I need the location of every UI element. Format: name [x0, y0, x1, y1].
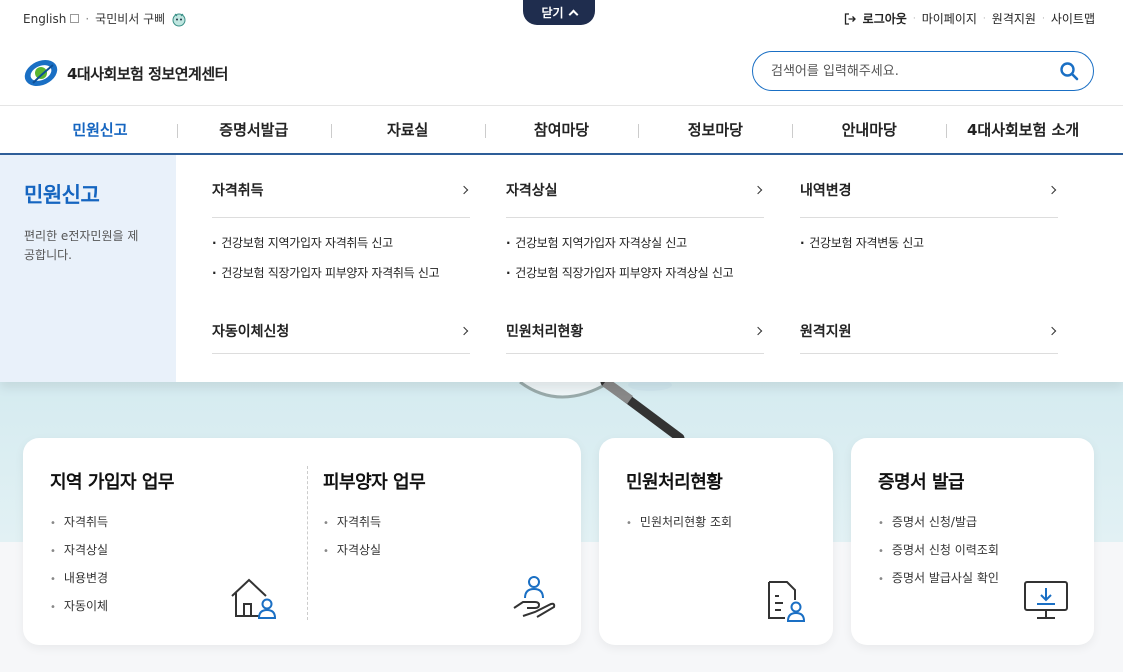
submenu-item[interactable]: 건강보험 직장가입자 피부양자 자격상실 신고 [506, 261, 764, 291]
card-link[interactable]: 자격상실 [50, 536, 174, 564]
submenu-item[interactable]: 건강보험 직장가입자 피부양자 자격취득 신고 [212, 261, 470, 291]
logout-link[interactable]: 로그아웃 [863, 10, 907, 27]
menu-column-change: 내역변경 건강보험 자격변동 신고 원격지원 [800, 155, 1058, 354]
utility-bar: English · 국민비서 구삐 닫기 로그아웃 · 마이페이지 · 원격지원… [0, 0, 1123, 36]
chevron-right-icon [753, 326, 763, 335]
card-list: 증명서 신청/발급 증명서 신청 이력조회 증명서 발급사실 확인 [878, 508, 999, 592]
menu-head-label: 자격상실 [506, 183, 558, 199]
card-certificate: 증명서 발급 증명서 신청/발급 증명서 신청 이력조회 증명서 발급사실 확인 [851, 438, 1094, 645]
nav-item-information[interactable]: 정보마당 [638, 106, 792, 153]
card-link[interactable]: 증명서 발급사실 확인 [878, 564, 999, 592]
search-icon[interactable] [1059, 61, 1079, 81]
mega-menu-title: 민원신고 [24, 183, 100, 207]
menu-head-label: 자격취득 [212, 183, 264, 199]
utility-right: 로그아웃 · 마이페이지 · 원격지원 · 사이트맵 [844, 10, 1095, 27]
regional-section: 지역 가입자 업무 자격취득 자격상실 내용변경 자동이체 [50, 468, 174, 620]
submenu-list: 건강보험 지역가입자 자격상실 신고 건강보험 직장가입자 피부양자 자격상실 … [506, 218, 764, 308]
menu-head-label: 원격지원 [800, 323, 852, 340]
card-link[interactable]: 자격취득 [323, 508, 425, 536]
sitemap-link[interactable]: 사이트맵 [1051, 10, 1095, 27]
card-list: 자격취득 자격상실 [323, 508, 425, 564]
card-title[interactable]: 증명서 발급 [878, 468, 999, 494]
card-link[interactable]: 자동이체 [50, 592, 174, 620]
chevron-right-icon [753, 185, 763, 195]
mascot-icon [172, 13, 186, 26]
utility-left: English · 국민비서 구삐 [23, 10, 187, 27]
menu-head-processing-status[interactable]: 민원처리현황 [506, 308, 764, 354]
card-link[interactable]: 자격취득 [50, 508, 174, 536]
certificate-section: 증명서 발급 증명서 신청/발급 증명서 신청 이력조회 증명서 발급사실 확인 [878, 468, 999, 592]
card-subscriber-tasks: 지역 가입자 업무 자격취득 자격상실 내용변경 자동이체 피부양자 업무 자격… [23, 438, 581, 645]
card-divider [307, 466, 308, 620]
submenu-item[interactable]: 건강보험 지역가입자 자격취득 신고 [212, 231, 470, 261]
card-link[interactable]: 민원처리현황 조회 [626, 508, 732, 536]
separator: · [1041, 13, 1045, 24]
chevron-up-icon [568, 9, 578, 20]
nav-item-civil-report[interactable]: 민원신고 [23, 106, 177, 153]
separator: · [982, 13, 986, 24]
house-person-icon [231, 578, 277, 619]
nav-item-guide[interactable]: 안내마당 [792, 106, 946, 153]
nav-item-participation[interactable]: 참여마당 [484, 106, 639, 153]
submenu-list: 건강보험 지역가입자 자격취득 신고 건강보험 직장가입자 피부양자 자격취득 … [212, 218, 470, 308]
logo-emblem-icon [24, 59, 58, 87]
submenu-list: 건강보험 자격변동 신고 [800, 218, 1058, 308]
menu-head-label: 자동이체신청 [212, 323, 290, 340]
card-title[interactable]: 피부양자 업무 [323, 468, 426, 494]
separator: · [85, 11, 90, 26]
logout-icon [844, 12, 856, 25]
external-link-icon [70, 14, 80, 23]
mega-menu-description: 편리한 e전자민원을 제공합니다. [24, 229, 139, 262]
hand-person-icon [513, 576, 556, 618]
menu-column-loss: 자격상실 건강보험 지역가입자 자격상실 신고 건강보험 직장가입자 피부양자 … [506, 155, 764, 354]
chevron-right-icon [459, 326, 469, 335]
card-link[interactable]: 증명서 신청/발급 [878, 508, 999, 536]
card-link[interactable]: 자격상실 [323, 536, 425, 564]
card-list: 민원처리현황 조회 [626, 508, 732, 536]
english-link[interactable]: English [23, 12, 66, 26]
monitor-download-icon [1024, 581, 1068, 619]
nav-item-about[interactable]: 4대사회보험 소개 [946, 106, 1100, 153]
chevron-right-icon [1047, 326, 1057, 335]
status-section: 민원처리현황 민원처리현황 조회 [626, 468, 732, 536]
separator: · [912, 13, 916, 24]
logo-text: 4대사회보험 정보연계센터 [67, 64, 228, 83]
menu-head-acquire[interactable]: 자격취득 [212, 155, 470, 218]
mega-menu-sidebar: 민원신고 편리한 e전자민원을 제공합니다. [0, 155, 176, 382]
search-input[interactable] [771, 63, 1059, 79]
menu-head-auto-transfer[interactable]: 자동이체신청 [212, 308, 470, 354]
remote-support-link[interactable]: 원격지원 [992, 10, 1036, 27]
mypage-link[interactable]: 마이페이지 [922, 10, 977, 27]
menu-head-label: 내역변경 [800, 183, 852, 199]
card-processing-status: 민원처리현황 민원처리현황 조회 [599, 438, 833, 645]
site-logo[interactable]: 4대사회보험 정보연계센터 [23, 55, 228, 91]
mega-menu: 민원신고 편리한 e전자민원을 제공합니다. 자격취득 건강보험 지역가입자 자… [0, 155, 1123, 382]
card-list: 자격취득 자격상실 내용변경 자동이체 [50, 508, 174, 620]
nav-item-archive[interactable]: 자료실 [330, 106, 485, 153]
menu-head-loss[interactable]: 자격상실 [506, 155, 764, 218]
dependent-section: 피부양자 업무 자격취득 자격상실 [323, 468, 426, 564]
menu-head-remote-support[interactable]: 원격지원 [800, 308, 1058, 354]
submenu-item[interactable]: 건강보험 지역가입자 자격상실 신고 [506, 231, 764, 261]
card-link[interactable]: 증명서 신청 이력조회 [878, 536, 999, 564]
nav-item-certificate[interactable]: 증명서발급 [176, 106, 331, 153]
chevron-right-icon [1047, 185, 1057, 195]
secretary-link[interactable]: 국민비서 구삐 [95, 10, 165, 27]
menu-head-label: 민원처리현황 [506, 323, 584, 340]
chevron-right-icon [459, 185, 469, 195]
document-person-icon [768, 581, 806, 622]
card-link[interactable]: 내용변경 [50, 564, 174, 592]
card-title[interactable]: 민원처리현황 [626, 468, 732, 494]
magnifier-illustration [519, 382, 685, 442]
close-menu-button[interactable]: 닫기 [523, 0, 595, 25]
menu-head-change[interactable]: 내역변경 [800, 155, 1058, 218]
submenu-item[interactable]: 건강보험 자격변동 신고 [800, 231, 1058, 261]
close-label: 닫기 [541, 6, 564, 20]
card-title[interactable]: 지역 가입자 업무 [50, 468, 174, 494]
main-navigation: 민원신고 증명서발급 자료실 참여마당 정보마당 안내마당 4대사회보험 소개 [0, 105, 1123, 155]
search-box [752, 51, 1094, 91]
menu-column-acquire: 자격취득 건강보험 지역가입자 자격취득 신고 건강보험 직장가입자 피부양자 … [212, 155, 470, 354]
